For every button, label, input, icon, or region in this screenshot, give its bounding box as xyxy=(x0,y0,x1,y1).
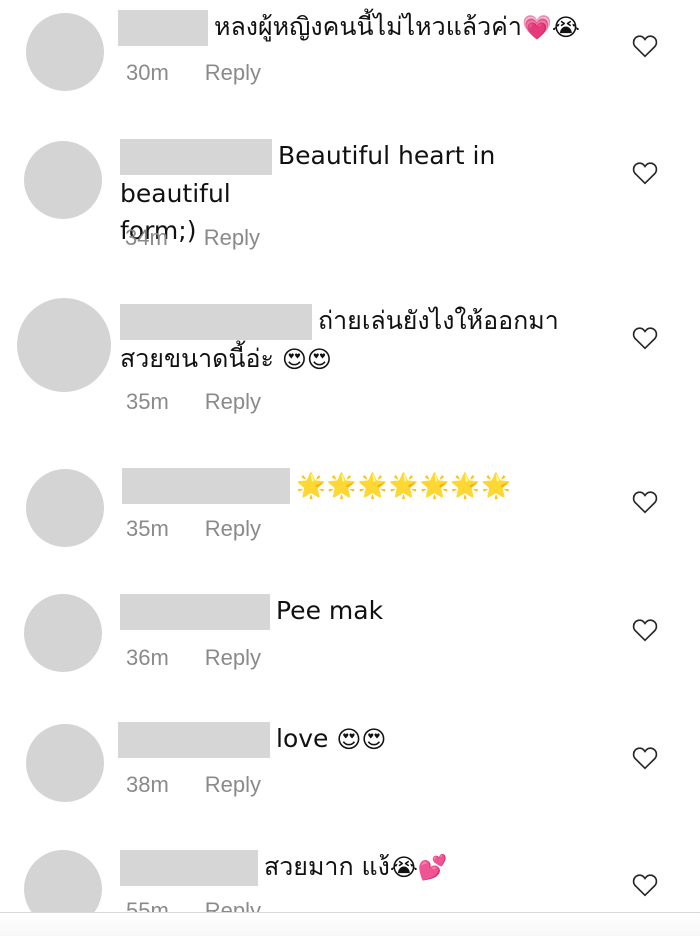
like-heart-icon[interactable] xyxy=(632,873,658,897)
username-redacted[interactable] xyxy=(120,139,272,175)
reply-button[interactable]: Reply xyxy=(205,645,261,670)
avatar[interactable] xyxy=(17,298,111,392)
username-redacted[interactable] xyxy=(120,850,258,886)
comment-text: หลงผู้หญิงคนนี้ไม่ไหวแล้วค่า💗😭 xyxy=(118,8,580,47)
like-heart-icon[interactable] xyxy=(632,326,658,350)
like-heart-icon[interactable] xyxy=(632,34,658,58)
comment-time: 35m xyxy=(126,389,169,414)
reply-button[interactable]: Reply xyxy=(205,516,261,541)
comment-meta: 36m Reply xyxy=(126,645,261,671)
comment-meta: 35m Reply xyxy=(126,389,261,415)
comment-body: ถ่ายเล่นยังไงให้ออกมา xyxy=(318,306,559,335)
username-redacted[interactable] xyxy=(118,722,270,758)
comment-time: 36m xyxy=(126,645,169,670)
avatar[interactable] xyxy=(24,141,102,219)
comment-body: love xyxy=(276,724,329,753)
emoji: 😍😍 xyxy=(281,345,332,374)
comment-text: ถ่ายเล่นยังไงให้ออกมาสวยขนาดนี้อ่ะ 😍😍 xyxy=(120,302,610,379)
reply-button[interactable]: Reply xyxy=(205,389,261,414)
reply-button[interactable]: Reply xyxy=(204,225,260,250)
comment-meta: 35m Reply xyxy=(126,516,261,542)
comment-meta: 34m Reply xyxy=(125,225,260,251)
emoji: 🌟🌟🌟🌟🌟🌟🌟 xyxy=(296,471,513,500)
username-redacted[interactable] xyxy=(120,304,312,340)
like-heart-icon[interactable] xyxy=(632,746,658,770)
emoji: 😍😍 xyxy=(336,725,387,754)
emoji: 💗😭 xyxy=(521,13,580,42)
comment-text: สวยมาก แง้😭💕 xyxy=(120,848,448,887)
like-heart-icon[interactable] xyxy=(632,490,658,514)
reply-button[interactable]: Reply xyxy=(205,60,261,85)
comment-meta: 38m Reply xyxy=(126,772,261,798)
emoji: 😭💕 xyxy=(389,853,448,882)
comment-body-continued: สวยขนาดนี้อ่ะ xyxy=(120,344,274,373)
comment-body: Pee mak xyxy=(276,596,384,625)
avatar[interactable] xyxy=(26,13,104,91)
comment-body: หลงผู้หญิงคนนี้ไม่ไหวแล้วค่า xyxy=(214,12,522,41)
comment-time: 30m xyxy=(126,60,169,85)
username-redacted[interactable] xyxy=(118,10,208,46)
bottom-bar xyxy=(0,913,700,936)
like-heart-icon[interactable] xyxy=(632,618,658,642)
avatar[interactable] xyxy=(24,594,102,672)
comment-time: 34m xyxy=(125,225,168,250)
avatar[interactable] xyxy=(26,469,104,547)
like-heart-icon[interactable] xyxy=(632,161,658,185)
comment-text: Pee mak xyxy=(120,592,383,630)
username-redacted[interactable] xyxy=(120,594,270,630)
comment-body: สวยมาก แง้ xyxy=(264,852,390,881)
comment-meta: 30m Reply xyxy=(126,60,261,86)
reply-button[interactable]: Reply xyxy=(205,772,261,797)
comment-time: 35m xyxy=(126,516,169,541)
comment-text: love 😍😍 xyxy=(118,720,386,759)
username-redacted[interactable] xyxy=(122,468,290,504)
comment-time: 38m xyxy=(126,772,169,797)
comment-text: 🌟🌟🌟🌟🌟🌟🌟 xyxy=(122,466,512,505)
avatar[interactable] xyxy=(26,724,104,802)
